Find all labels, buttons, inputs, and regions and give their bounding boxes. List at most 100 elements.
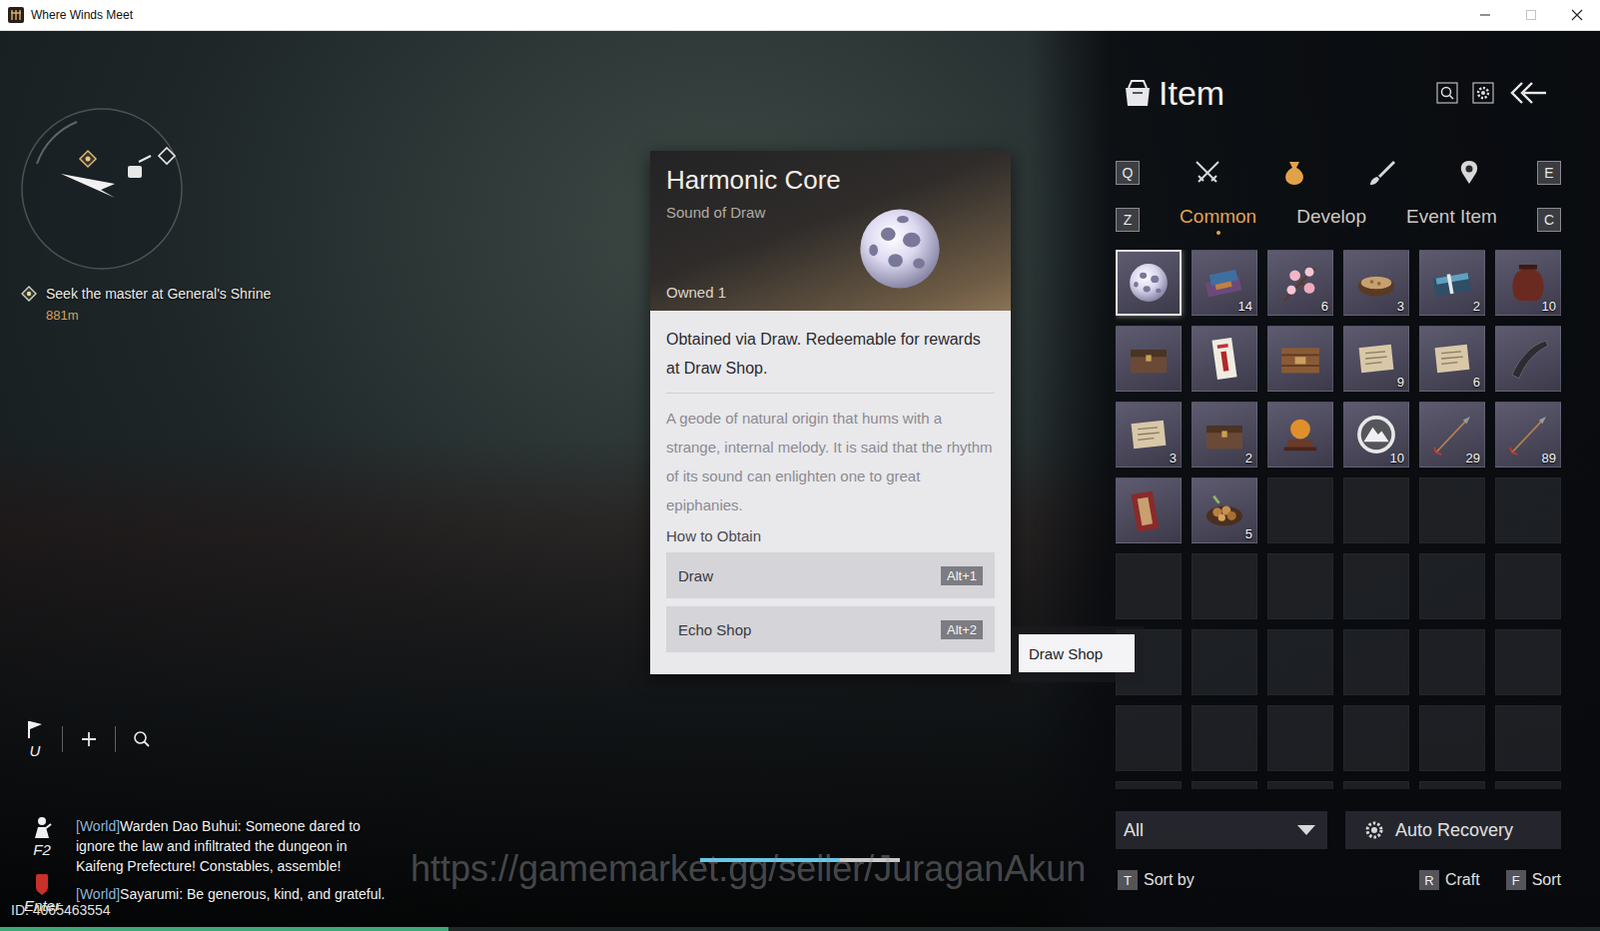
- item-slot[interactable]: 5: [1191, 477, 1258, 544]
- quest-tracker[interactable]: Seek the master at General's Shrine881m: [20, 285, 271, 323]
- item-slot[interactable]: 89: [1495, 401, 1562, 468]
- action-label: Craft: [1445, 870, 1481, 889]
- item-slot: [1191, 629, 1258, 696]
- item-count: 14: [1238, 298, 1253, 314]
- how-to-obtain-heading: How to Obtain: [666, 527, 995, 545]
- draw-shop-button[interactable]: Draw Shop: [1018, 634, 1135, 673]
- owned-count: Owned 1: [666, 283, 856, 301]
- action-label: Sort: [1532, 870, 1562, 889]
- hud-toolbar: U: [23, 718, 152, 760]
- plaque-icon: [1121, 483, 1176, 538]
- category-tab[interactable]: [1187, 154, 1228, 191]
- cast-bar-fill: [700, 857, 840, 862]
- subcategory-tab[interactable]: Develop: [1296, 205, 1367, 235]
- category-tab[interactable]: [1362, 154, 1403, 191]
- item-count: 5: [1245, 526, 1253, 542]
- subcategory-tab[interactable]: Event Item: [1406, 205, 1498, 235]
- flag-icon: [23, 718, 46, 741]
- geode-orb-icon: [1121, 255, 1176, 310]
- item-slot: [1419, 553, 1486, 620]
- item-slot[interactable]: [1267, 325, 1334, 392]
- item-slot[interactable]: [1115, 325, 1182, 392]
- app-logo-icon: [7, 6, 24, 23]
- experience-bar: [0, 926, 1600, 931]
- action-button[interactable]: RCraft: [1419, 869, 1481, 890]
- item-slot: [1267, 781, 1334, 790]
- prev-subtab-key[interactable]: Z: [1115, 207, 1140, 232]
- item-slot: [1495, 705, 1562, 772]
- chat-marker-icon: [31, 871, 52, 896]
- item-count: 9: [1397, 374, 1405, 390]
- item-count: 3: [1169, 450, 1177, 466]
- chest-icon: [1121, 331, 1176, 386]
- item-slot: [1495, 477, 1562, 544]
- tooltip-header: Harmonic CoreSound of DrawOwned 1: [650, 150, 1011, 311]
- item-bag-icon: [1120, 75, 1155, 110]
- title-bar: Where Winds Meet: [0, 0, 1600, 31]
- item-count: 3: [1397, 298, 1405, 314]
- category-tab[interactable]: [1449, 154, 1490, 191]
- chat-channel: [World]: [75, 885, 120, 902]
- subtab-label: Develop: [1296, 205, 1367, 228]
- bowl-icon: [1349, 255, 1404, 310]
- obtain-source[interactable]: Echo ShopAlt+2: [666, 606, 995, 653]
- plus-icon[interactable]: [78, 729, 99, 750]
- item-slot[interactable]: [1115, 477, 1182, 544]
- category-tab[interactable]: [1274, 154, 1315, 191]
- item-slot[interactable]: 14: [1191, 249, 1258, 316]
- item-slot: [1191, 553, 1258, 620]
- item-slot[interactable]: 10: [1495, 249, 1562, 316]
- social-button[interactable]: F2: [30, 815, 53, 858]
- ball-stand-icon: [1273, 407, 1328, 462]
- prev-tab-key[interactable]: Q: [1115, 160, 1140, 185]
- waypoint-icon: [158, 147, 175, 164]
- settings-gear-icon[interactable]: [1472, 81, 1495, 104]
- item-slot[interactable]: 6: [1267, 249, 1334, 316]
- item-slot[interactable]: 3: [1115, 401, 1182, 468]
- subcategory-tab[interactable]: Common: [1179, 205, 1257, 235]
- item-slot[interactable]: 29: [1419, 401, 1486, 468]
- item-slot[interactable]: [1267, 401, 1334, 468]
- search-icon[interactable]: [131, 729, 152, 750]
- item-slot[interactable]: [1495, 325, 1562, 392]
- item-slot[interactable]: 9: [1343, 325, 1410, 392]
- item-slot[interactable]: 6: [1419, 325, 1486, 392]
- context-menu: Draw Shop: [1010, 626, 1145, 683]
- action-button[interactable]: TSort by: [1117, 869, 1195, 890]
- obtain-source[interactable]: DrawAlt+1: [666, 552, 995, 599]
- item-slot[interactable]: [1191, 325, 1258, 392]
- filter-dropdown[interactable]: All: [1115, 810, 1328, 849]
- pin-icon: [1454, 157, 1485, 188]
- minimize-button[interactable]: [1462, 0, 1509, 30]
- game-view: Seek the master at General's Shrine881m U…: [0, 30, 1600, 931]
- action-key: T: [1117, 869, 1138, 890]
- item-count: 2: [1473, 298, 1481, 314]
- next-tab-key[interactable]: E: [1537, 160, 1562, 185]
- close-button[interactable]: [1554, 0, 1600, 30]
- pouch-icon: [1279, 157, 1310, 188]
- blossom-icon: [1273, 255, 1328, 310]
- item-slot[interactable]: 10: [1343, 401, 1410, 468]
- item-count: 89: [1542, 450, 1557, 466]
- item-slot[interactable]: 2: [1419, 249, 1486, 316]
- item-count: 29: [1466, 450, 1481, 466]
- watermark: https://gamemarket.gg/seller/JuraganAkun: [410, 847, 1086, 890]
- search-icon[interactable]: [1436, 81, 1459, 104]
- item-slot[interactable]: [1115, 249, 1182, 316]
- action-button[interactable]: FSort: [1506, 869, 1562, 890]
- maximize-icon: [1525, 8, 1538, 21]
- action-bar: TSort by RCraft FSort: [1115, 869, 1562, 890]
- item-count: 6: [1321, 298, 1329, 314]
- minimize-icon: [1479, 8, 1492, 21]
- back-arrow-icon[interactable]: [1508, 79, 1549, 106]
- minimap[interactable]: [16, 103, 197, 284]
- next-subtab-key[interactable]: C: [1537, 207, 1562, 232]
- divider: [666, 392, 995, 394]
- source-label: Echo Shop: [678, 621, 752, 639]
- flag-button[interactable]: U: [23, 718, 46, 760]
- horn-icon: [1501, 331, 1556, 386]
- item-slot[interactable]: 2: [1191, 401, 1258, 468]
- item-slot: [1343, 705, 1410, 772]
- auto-recovery-button[interactable]: Auto Recovery: [1345, 810, 1562, 849]
- item-slot[interactable]: 3: [1343, 249, 1410, 316]
